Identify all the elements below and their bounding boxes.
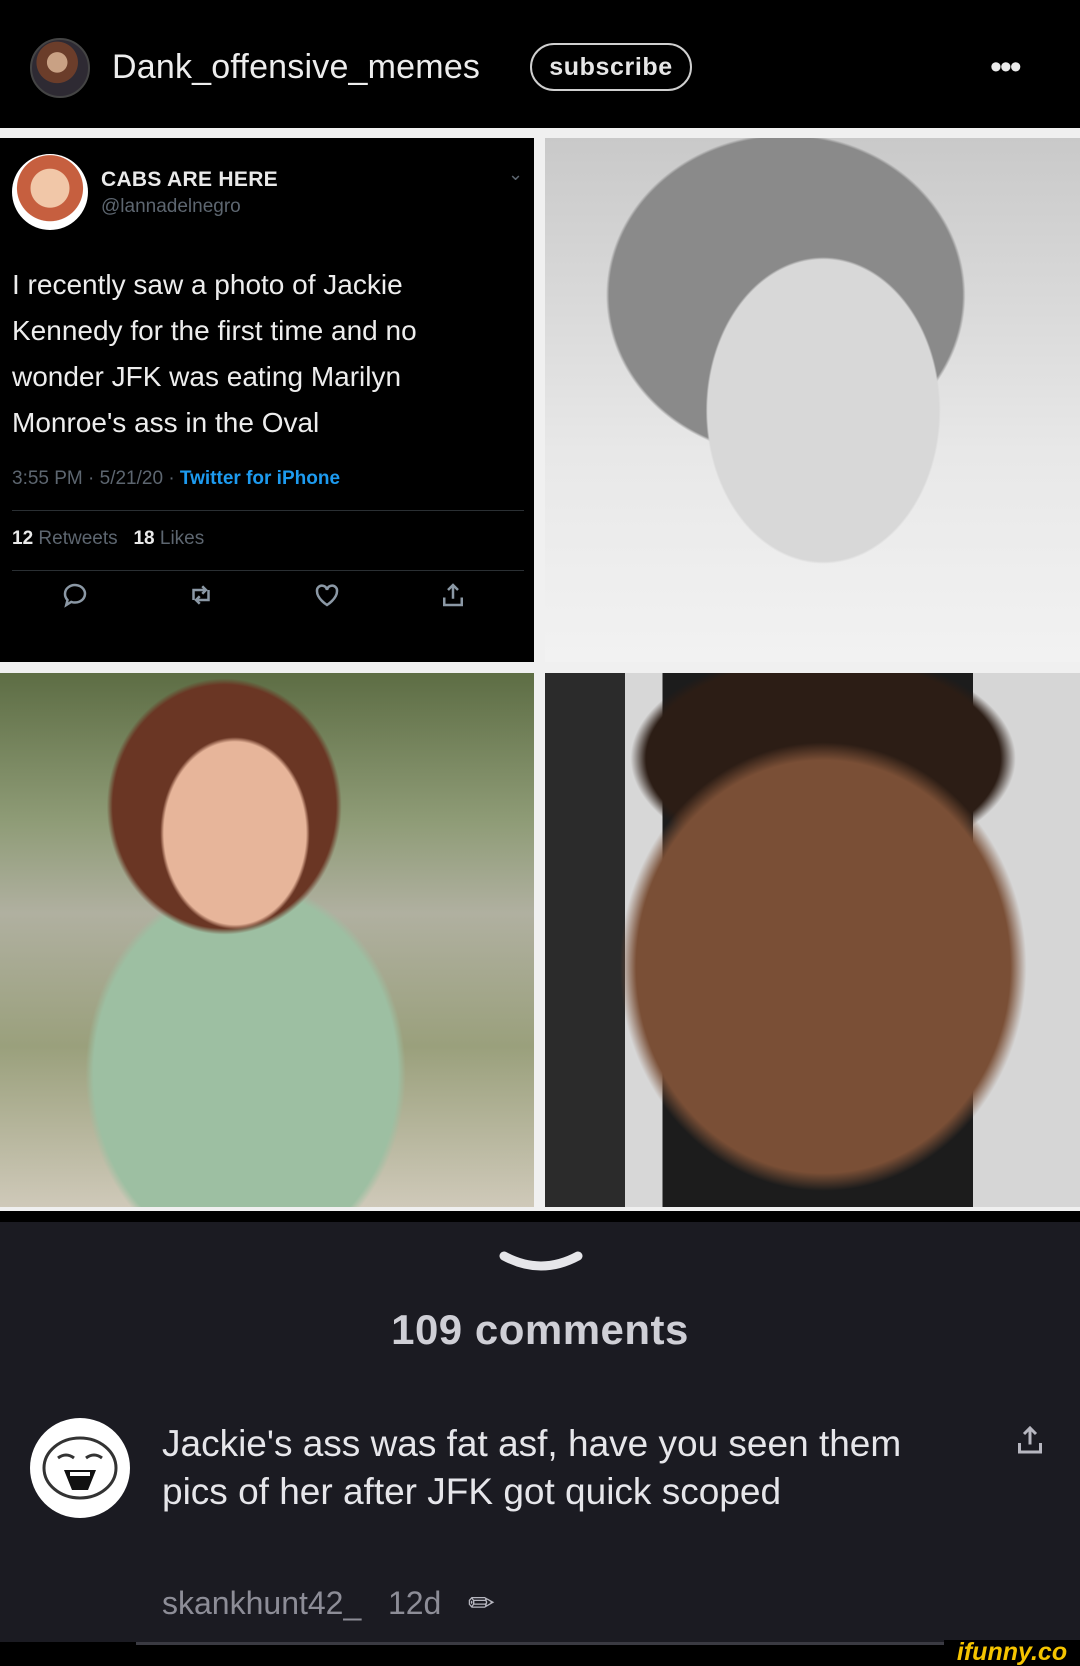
- comment-share-icon[interactable]: [1012, 1422, 1048, 1458]
- retweets-count: 12: [12, 528, 34, 549]
- tweet-source: Twitter for iPhone: [179, 468, 341, 489]
- tweet-avatar: [12, 154, 88, 230]
- tweet-timestamp: 3:55 PM · 5/21/20 · Twitter for iPhone: [12, 468, 340, 490]
- tweet-time: 3:55 PM · 5/21/20 ·: [12, 468, 180, 489]
- channel-name[interactable]: Dank_offensive_memes: [112, 48, 480, 87]
- bottom-strip: [0, 1642, 1080, 1665]
- jackie-kennedy-photo: [0, 673, 534, 1207]
- crying-man-photo: [545, 673, 1080, 1207]
- commenter-avatar[interactable]: [30, 1418, 130, 1518]
- more-options-icon[interactable]: •••: [990, 50, 1022, 84]
- comment-age: 12d: [387, 1585, 442, 1621]
- reply-icon: [60, 580, 100, 620]
- comments-count: 109 comments: [391, 1306, 689, 1353]
- channel-avatar[interactable]: [30, 38, 90, 98]
- tweet-handle: @lannadelnegro: [101, 196, 241, 217]
- drag-handle-icon[interactable]: [498, 1248, 584, 1278]
- marilyn-monroe-photo: [545, 138, 1080, 662]
- chevron-down-icon: ⌄: [508, 164, 524, 184]
- scroll-indicator: [136, 1642, 956, 1645]
- comment-meta: skankhunt42_ 12d ✏: [162, 1584, 495, 1622]
- likes-count: 18: [133, 528, 155, 549]
- comments-sheet: 109 comments Jackie's ass was fat asf, h…: [0, 1222, 1080, 1642]
- heart-icon: [312, 580, 352, 620]
- retweet-icon: [186, 580, 226, 620]
- subscribe-button[interactable]: subscribe: [530, 43, 692, 91]
- ifunny-watermark: ifunny.co: [944, 1640, 1080, 1665]
- tweet-screenshot: CABS ARE HERE @lannadelnegro ⌄ I recentl…: [0, 138, 534, 662]
- divider: [12, 570, 524, 571]
- comment-text: Jackie's ass was fat asf, have you seen …: [162, 1423, 902, 1512]
- share-icon: [438, 580, 478, 620]
- meme-image[interactable]: CABS ARE HERE @lannadelnegro ⌄ I recentl…: [0, 128, 1080, 1211]
- comment-author[interactable]: skankhunt42_: [162, 1585, 361, 1621]
- likes-label: Likes: [159, 528, 205, 549]
- tweet-stats: 12 Retweets 18 Likes: [12, 528, 204, 550]
- retweets-label: Retweets: [38, 528, 118, 549]
- tweet-text: I recently saw a photo of Jackie Kennedy…: [12, 269, 417, 438]
- divider: [12, 510, 524, 511]
- channel-header: Dank_offensive_memes subscribe •••: [0, 0, 1080, 128]
- pencil-icon: ✏: [468, 1585, 495, 1621]
- tweet-display-name: CABS ARE HERE: [101, 168, 278, 191]
